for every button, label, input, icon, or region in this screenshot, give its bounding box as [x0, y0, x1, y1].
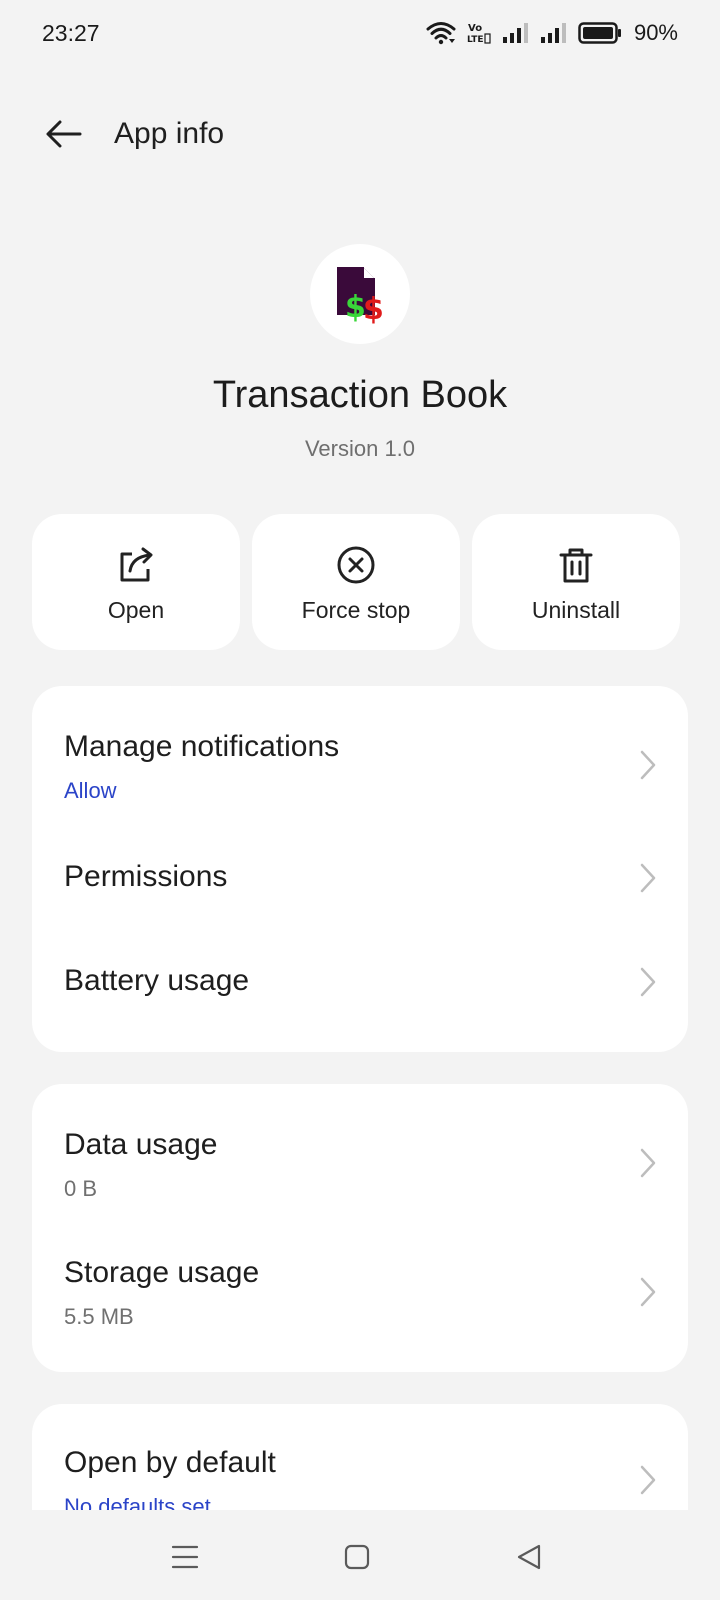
- page-title: App info: [114, 117, 225, 150]
- status-icons: Vo LTE 90%: [426, 20, 678, 46]
- app-name: Transaction Book: [212, 374, 508, 416]
- open-external-icon: [120, 547, 153, 581]
- chevron-right-icon: [640, 1465, 656, 1495]
- status-time: 23:27: [42, 19, 100, 46]
- home-icon: [344, 1544, 370, 1570]
- signal-icon: [502, 23, 528, 43]
- action-buttons: Open Force stop Uninstall: [32, 514, 688, 650]
- uninstall-label: Uninstall: [531, 596, 621, 623]
- settings-card-app: Manage notifications Allow Permissions B…: [32, 686, 688, 1052]
- force-stop-icon: [337, 546, 375, 583]
- app-icon: $ $: [310, 244, 410, 344]
- chevron-right-icon: [640, 863, 656, 893]
- manage-notifications-row[interactable]: Manage notifications Allow: [32, 686, 688, 816]
- battery-usage-row[interactable]: Battery usage: [32, 922, 688, 1052]
- menu-icon: [171, 1545, 199, 1569]
- app-bar: App info: [0, 96, 720, 172]
- open-button[interactable]: Open: [32, 514, 240, 650]
- battery-percent: 90%: [633, 20, 678, 45]
- data-usage-row[interactable]: Data usage 0 B: [32, 1084, 688, 1224]
- back-button[interactable]: [26, 96, 102, 172]
- open-label: Open: [107, 596, 165, 623]
- nav-back-button[interactable]: [504, 1532, 554, 1582]
- battery-usage-title: Battery usage: [64, 964, 250, 997]
- app-version: Version 1.0: [304, 436, 416, 461]
- back-arrow-icon: [46, 120, 82, 148]
- svg-text:$: $: [363, 292, 384, 327]
- status-bar: 23:27 Vo LTE 90%: [0, 0, 720, 66]
- permissions-title: Permissions: [64, 860, 228, 893]
- svg-text:LTE: LTE: [467, 35, 484, 45]
- open-by-default-status: No defaults set: [64, 1494, 211, 1510]
- data-usage-value: 0 B: [64, 1176, 98, 1201]
- open-by-default-row[interactable]: Open by default No defaults set: [32, 1404, 688, 1510]
- settings-card-defaults: Open by default No defaults set: [32, 1404, 688, 1510]
- chevron-right-icon: [640, 750, 656, 780]
- recents-button[interactable]: [160, 1532, 210, 1582]
- transaction-book-logo: $ $: [337, 267, 384, 327]
- manage-notifications-status: Allow: [64, 778, 117, 803]
- battery-icon: [578, 22, 621, 44]
- chevron-right-icon: [640, 967, 656, 997]
- storage-usage-value: 5.5 MB: [64, 1304, 134, 1329]
- trash-icon: [559, 548, 593, 582]
- force-stop-label: Force stop: [301, 596, 411, 623]
- back-icon: [517, 1544, 541, 1570]
- uninstall-button[interactable]: Uninstall: [472, 514, 680, 650]
- storage-usage-title: Storage usage: [64, 1256, 260, 1289]
- signal-icon: [540, 23, 566, 43]
- chevron-right-icon: [640, 1148, 656, 1178]
- force-stop-button[interactable]: Force stop: [252, 514, 460, 650]
- settings-card-usage: Data usage 0 B Storage usage 5.5 MB: [32, 1084, 688, 1372]
- chevron-right-icon: [640, 1277, 656, 1307]
- svg-text:Vo: Vo: [468, 23, 482, 34]
- system-nav-bar: [0, 1510, 720, 1600]
- wifi-icon: [426, 22, 456, 45]
- storage-usage-row[interactable]: Storage usage 5.5 MB: [32, 1224, 688, 1372]
- home-button[interactable]: [332, 1532, 382, 1582]
- volte-icon: Vo LTE: [467, 23, 491, 45]
- permissions-row[interactable]: Permissions: [32, 816, 688, 922]
- open-by-default-title: Open by default: [64, 1446, 276, 1479]
- manage-notifications-title: Manage notifications: [64, 730, 340, 763]
- data-usage-title: Data usage: [64, 1128, 218, 1161]
